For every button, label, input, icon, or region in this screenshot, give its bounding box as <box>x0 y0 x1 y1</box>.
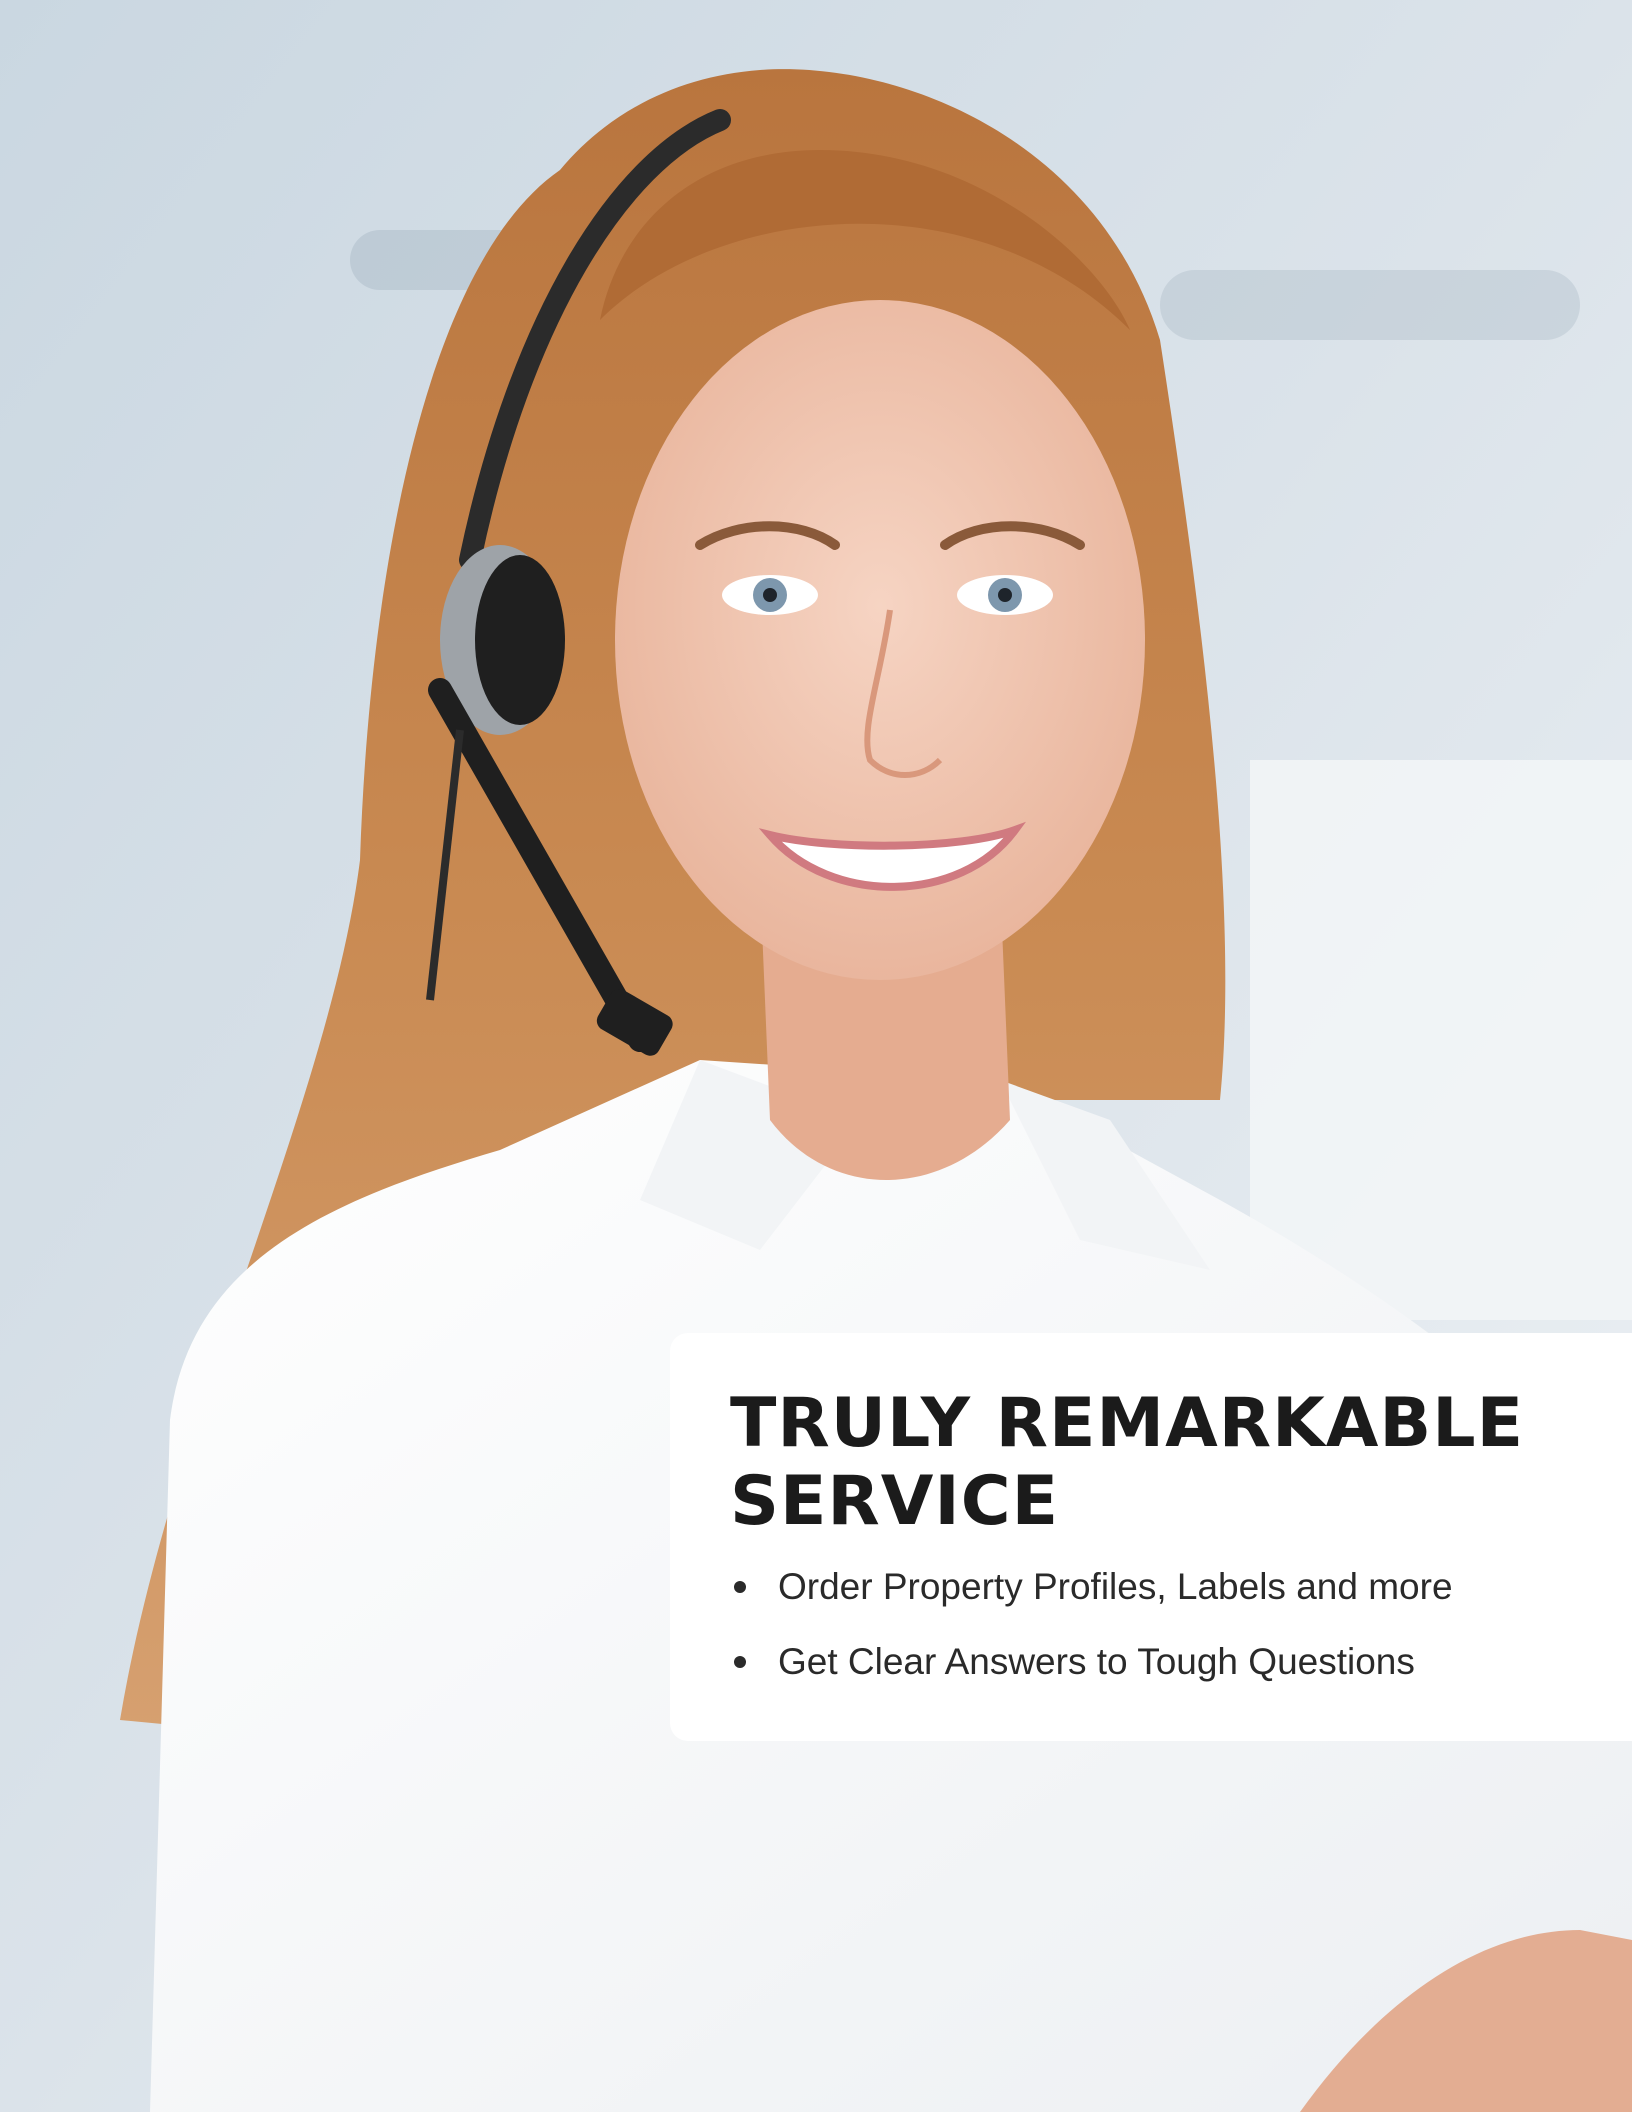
headline-line-2: SERVICE <box>730 1462 1060 1541</box>
bullet-icon <box>734 1581 746 1593</box>
customer-service-representative-photo <box>0 0 1632 2112</box>
list-item: Get Clear Answers to Tough Questions <box>730 1642 1453 1717</box>
list-item: Order Property Profiles, Labels and more <box>730 1567 1453 1642</box>
headline: TRULY REMARKABLE SERVICE <box>730 1385 1610 1541</box>
headline-line-1: TRULY REMARKABLE <box>730 1384 1525 1463</box>
service-info-card: TRULY REMARKABLE SERVICE Order Property … <box>670 1333 1632 1741</box>
bullet-icon <box>734 1656 746 1668</box>
bullet-list: Order Property Profiles, Labels and more… <box>730 1567 1453 1717</box>
bullet-text: Get Clear Answers to Tough Questions <box>778 1641 1415 1682</box>
bullet-text: Order Property Profiles, Labels and more <box>778 1566 1453 1607</box>
